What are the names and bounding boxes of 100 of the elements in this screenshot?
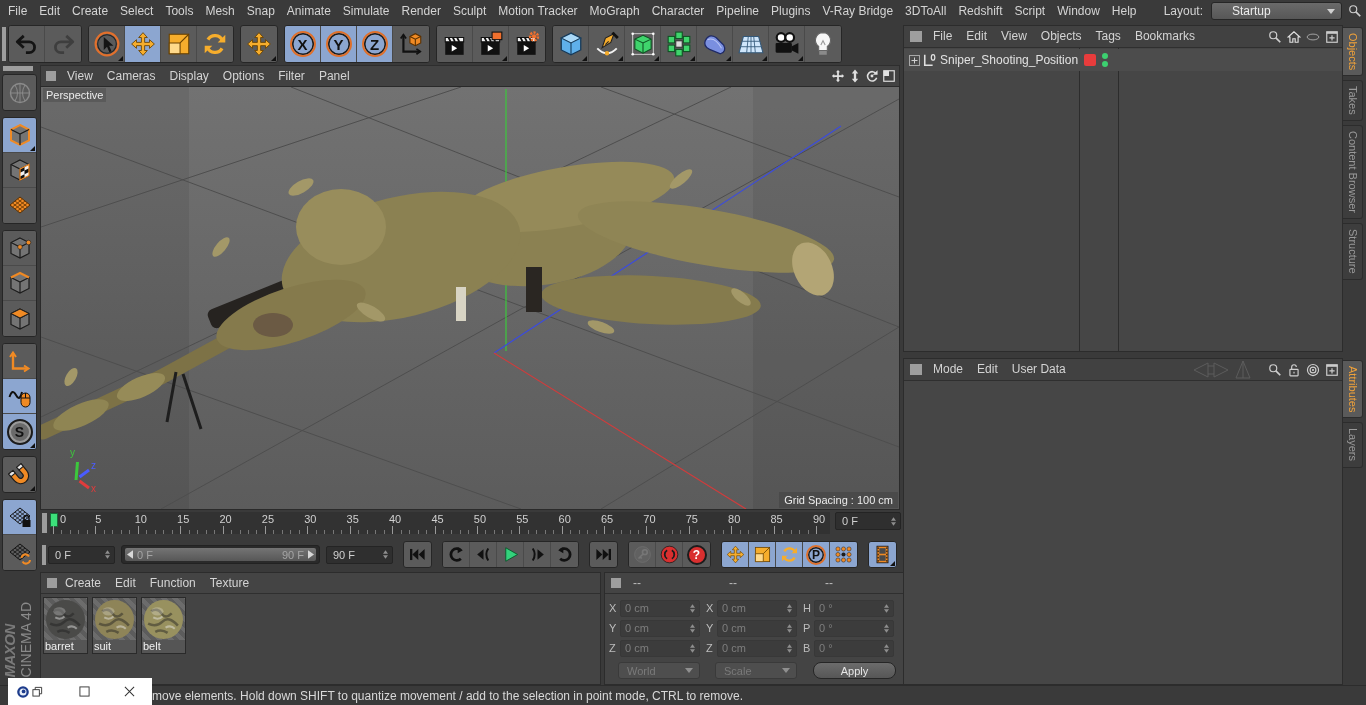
menu-item[interactable]: Redshift: [952, 1, 1009, 21]
menu-item[interactable]: Animate: [280, 1, 337, 21]
parameter-key-button[interactable]: P: [803, 542, 830, 567]
side-tab[interactable]: Takes: [1343, 80, 1363, 122]
menu-item[interactable]: View: [994, 27, 1034, 46]
x-axis-button[interactable]: X: [285, 26, 321, 62]
spin-arrows-icon[interactable]: [884, 623, 889, 633]
spin-arrows-icon[interactable]: [690, 603, 695, 613]
spin-arrows-icon[interactable]: [690, 623, 695, 633]
side-tab[interactable]: Content Browser: [1343, 125, 1363, 219]
spin-arrows-icon[interactable]: [787, 623, 792, 633]
padlock-icon[interactable]: [1287, 362, 1301, 377]
menu-item[interactable]: Edit: [959, 27, 995, 46]
material-tile[interactable]: belt: [141, 597, 186, 654]
menu-item[interactable]: Options: [215, 66, 272, 86]
menu-item[interactable]: Bookmarks: [1127, 27, 1202, 46]
menu-item[interactable]: Texture: [202, 573, 257, 593]
search-icon[interactable]: [1268, 362, 1282, 377]
menu-item[interactable]: Edit: [970, 360, 1005, 379]
axis-mode-button[interactable]: [3, 344, 36, 379]
menu-item[interactable]: Tags: [1088, 27, 1128, 46]
side-tab[interactable]: Layers: [1343, 422, 1363, 468]
menu-item[interactable]: Help: [1105, 1, 1143, 21]
menu-item[interactable]: Character: [645, 1, 711, 21]
spin-arrows-icon[interactable]: [105, 550, 110, 559]
grip-icon[interactable]: [47, 578, 57, 588]
timeline-ruler[interactable]: 0 5 10 15 20 25 30 35 40 45 50 55 60 65 70 75 80 85 90: [50, 512, 830, 534]
lock-workplane-button[interactable]: [3, 500, 36, 535]
menu-item[interactable]: 3DToAll: [899, 1, 953, 21]
tweak-mode-button[interactable]: [3, 379, 36, 414]
spin-arrows-icon[interactable]: [787, 603, 792, 613]
menu-item[interactable]: Create: [66, 1, 115, 21]
rotate-icon[interactable]: [865, 69, 879, 83]
target-icon[interactable]: [1306, 362, 1320, 377]
expand-icon[interactable]: [909, 54, 920, 66]
left-arrow-icon[interactable]: [127, 550, 133, 559]
menu-item[interactable]: V-Ray Bridge: [816, 1, 900, 21]
side-tab[interactable]: Structure: [1343, 223, 1363, 280]
points-mode-button[interactable]: [3, 231, 36, 266]
start-frame-field[interactable]: 0 F: [48, 545, 115, 564]
menu-item[interactable]: Edit: [33, 1, 67, 21]
point-level-key-button[interactable]: [830, 542, 857, 567]
maximize-icon[interactable]: [79, 686, 90, 697]
recent-tool-button[interactable]: [240, 25, 278, 63]
grip-icon[interactable]: [910, 364, 922, 375]
editor-visibility-dot-icon[interactable]: [1102, 53, 1108, 59]
right-arrow-icon[interactable]: [308, 550, 314, 559]
scale-key-button[interactable]: [749, 542, 776, 567]
material-tile[interactable]: barret: [43, 597, 88, 654]
menu-item[interactable]: Snap: [240, 1, 281, 21]
menu-item[interactable]: Plugins: [765, 1, 817, 21]
menu-item[interactable]: Simulate: [336, 1, 396, 21]
previous-key-button[interactable]: [443, 542, 470, 567]
playhead-marker[interactable]: [50, 513, 58, 527]
end-frame-field[interactable]: 90 F: [326, 545, 393, 564]
live-selection-button[interactable]: [89, 26, 125, 62]
menu-item[interactable]: Display: [162, 66, 216, 86]
material-tile[interactable]: suit: [92, 597, 137, 654]
model-mode-button[interactable]: [3, 118, 36, 153]
snapping-button[interactable]: [2, 456, 37, 493]
grip-icon[interactable]: [910, 31, 922, 42]
menu-item[interactable]: Window: [1051, 1, 1106, 21]
search-icon[interactable]: [1348, 4, 1362, 18]
spin-arrows-icon[interactable]: [383, 550, 388, 559]
grip-icon[interactable]: [611, 578, 621, 588]
y-axis-button[interactable]: Y: [321, 26, 357, 62]
apply-button[interactable]: Apply: [813, 662, 896, 679]
menu-item[interactable]: Filter: [271, 66, 312, 86]
menu-item[interactable]: Function: [142, 573, 203, 593]
spin-arrows-icon[interactable]: [787, 643, 792, 653]
render-view-button[interactable]: [437, 26, 473, 62]
go-to-end-button[interactable]: [589, 541, 618, 568]
four-way-arrows-icon[interactable]: [831, 69, 845, 83]
layer-swatch-icon[interactable]: [1084, 54, 1096, 66]
menu-item[interactable]: Select: [114, 1, 160, 21]
3d-viewport[interactable]: Perspective Grid Spacing : 100 cm y z x: [40, 86, 900, 510]
menu-item[interactable]: User Data: [1004, 360, 1073, 379]
menu-item[interactable]: File: [926, 27, 960, 46]
menu-item[interactable]: Motion Tracker: [492, 1, 584, 21]
menu-item[interactable]: Script: [1008, 1, 1052, 21]
menu-item[interactable]: View: [60, 66, 100, 86]
spin-arrows-icon[interactable]: [884, 603, 889, 613]
grip-icon[interactable]: [3, 66, 33, 71]
z-axis-button[interactable]: Z: [357, 26, 393, 62]
menu-item[interactable]: MoGraph: [583, 1, 646, 21]
position-key-button[interactable]: [722, 542, 749, 567]
home-icon[interactable]: [1287, 29, 1301, 44]
menu-item[interactable]: Mode: [926, 360, 971, 379]
ring-dot-icon[interactable]: [16, 684, 30, 699]
undo-button[interactable]: [9, 26, 45, 62]
menu-item[interactable]: Tools: [159, 1, 200, 21]
menu-item[interactable]: Mesh: [199, 1, 241, 21]
cube-object-button[interactable]: [553, 26, 589, 62]
render-visibility-dot-icon[interactable]: [1102, 61, 1108, 67]
window-plus-icon[interactable]: [1325, 362, 1339, 377]
grip-icon[interactable]: [42, 544, 46, 565]
menu-item[interactable]: Pipeline: [710, 1, 766, 21]
window-plus-icon[interactable]: [1325, 29, 1339, 44]
object-row[interactable]: Sniper_Shooting_Position: [904, 49, 1342, 71]
move-tool-button[interactable]: [125, 26, 161, 62]
